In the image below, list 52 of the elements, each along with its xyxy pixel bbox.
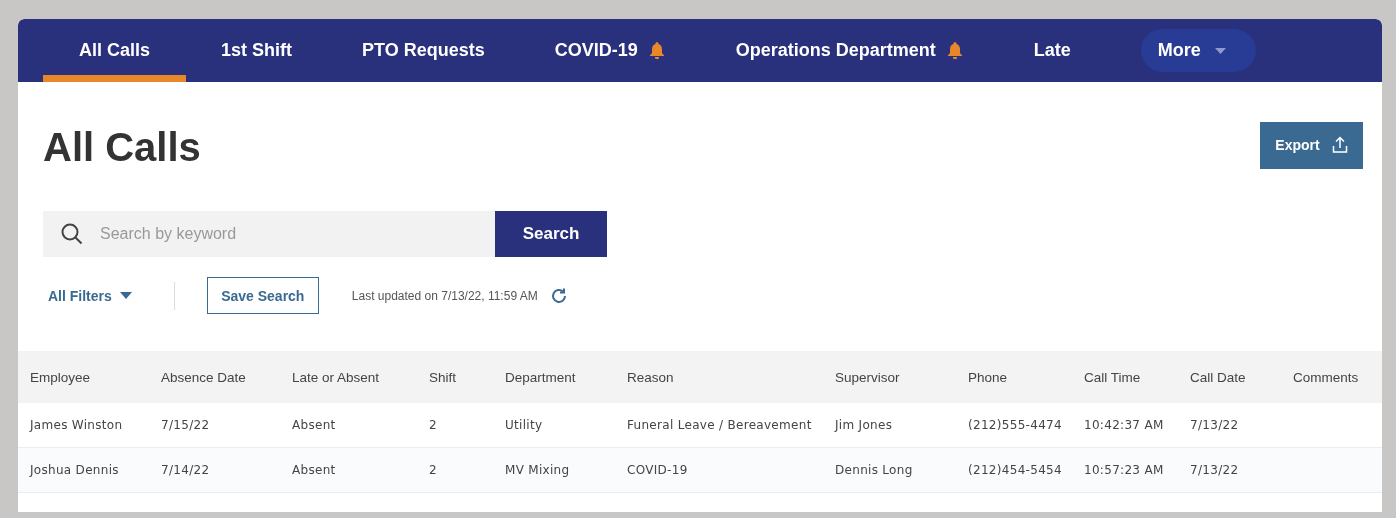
column-header[interactable]: Shift [417,351,493,403]
table-cell: Absent [280,447,417,493]
column-header[interactable]: Phone [956,351,1072,403]
caret-icon [1214,47,1226,54]
table-cell: James Winston [18,403,149,448]
table-cell: Absent [280,403,417,448]
all-filters-dropdown[interactable]: All Filters [43,287,132,304]
column-header[interactable]: Call Time [1072,351,1178,403]
table-cell: COVID-19 [615,447,823,493]
column-header[interactable]: Employee [18,351,149,403]
column-header[interactable]: Reason [615,351,823,403]
column-header[interactable]: Late or Absent [280,351,417,403]
table-cell: Jim Jones [823,403,956,448]
upload-icon [1331,136,1348,154]
search-icon [61,223,83,245]
table-cell: 10:57:23 AM [1072,447,1178,493]
nav-tab[interactable]: 1st Shift [186,19,328,82]
table-cell: 7/13/22 [1178,447,1281,493]
more-menu-button[interactable]: More [1140,29,1256,72]
nav-tab[interactable]: PTO Requests [327,19,520,82]
nav-tab[interactable]: COVID-19 [519,19,701,82]
table-cell: 2 [417,447,493,493]
table-cell: Funeral Leave / Bereavement [615,403,823,448]
caret-icon [119,292,132,299]
table-cell: Dennis Long [823,447,956,493]
last-updated-text: Last updated on 7/13/22, 11:59 AM [351,288,538,303]
table-cell: 7/13/22 [1178,403,1281,448]
table-cell: (212)555-4474 [956,403,1072,448]
bell-icon [647,41,666,60]
table-cell: Utility [493,403,615,448]
search-field[interactable]: Search by keyword [43,211,495,257]
column-header[interactable]: Comments [1281,351,1382,403]
table-cell: 2 [417,403,493,448]
table-cell: 10:42:37 AM [1072,403,1178,448]
nav-tab[interactable]: Late [998,19,1106,82]
nav-tab[interactable]: All Calls [43,19,187,82]
nav-tab[interactable]: Operations Department [700,19,999,82]
export-button[interactable]: Export [1260,121,1363,169]
save-search-button[interactable]: Save Search [206,277,319,314]
table-cell: MV Mixing [493,447,615,493]
table-cell: 7/15/22 [149,403,280,448]
column-header[interactable]: Supervisor [823,351,956,403]
column-header[interactable]: Absence Date [149,351,280,403]
refresh-icon[interactable] [549,286,568,305]
page-title: All Calls [43,124,201,170]
table-cell: 7/14/22 [149,447,280,493]
column-header[interactable]: Department [493,351,615,403]
column-header[interactable]: Call Date [1178,351,1281,403]
bell-icon [945,41,964,60]
table-cell: Joshua Dennis [18,447,149,493]
table-cell: (212)454-5454 [956,447,1072,493]
search-button[interactable]: Search [495,211,607,257]
